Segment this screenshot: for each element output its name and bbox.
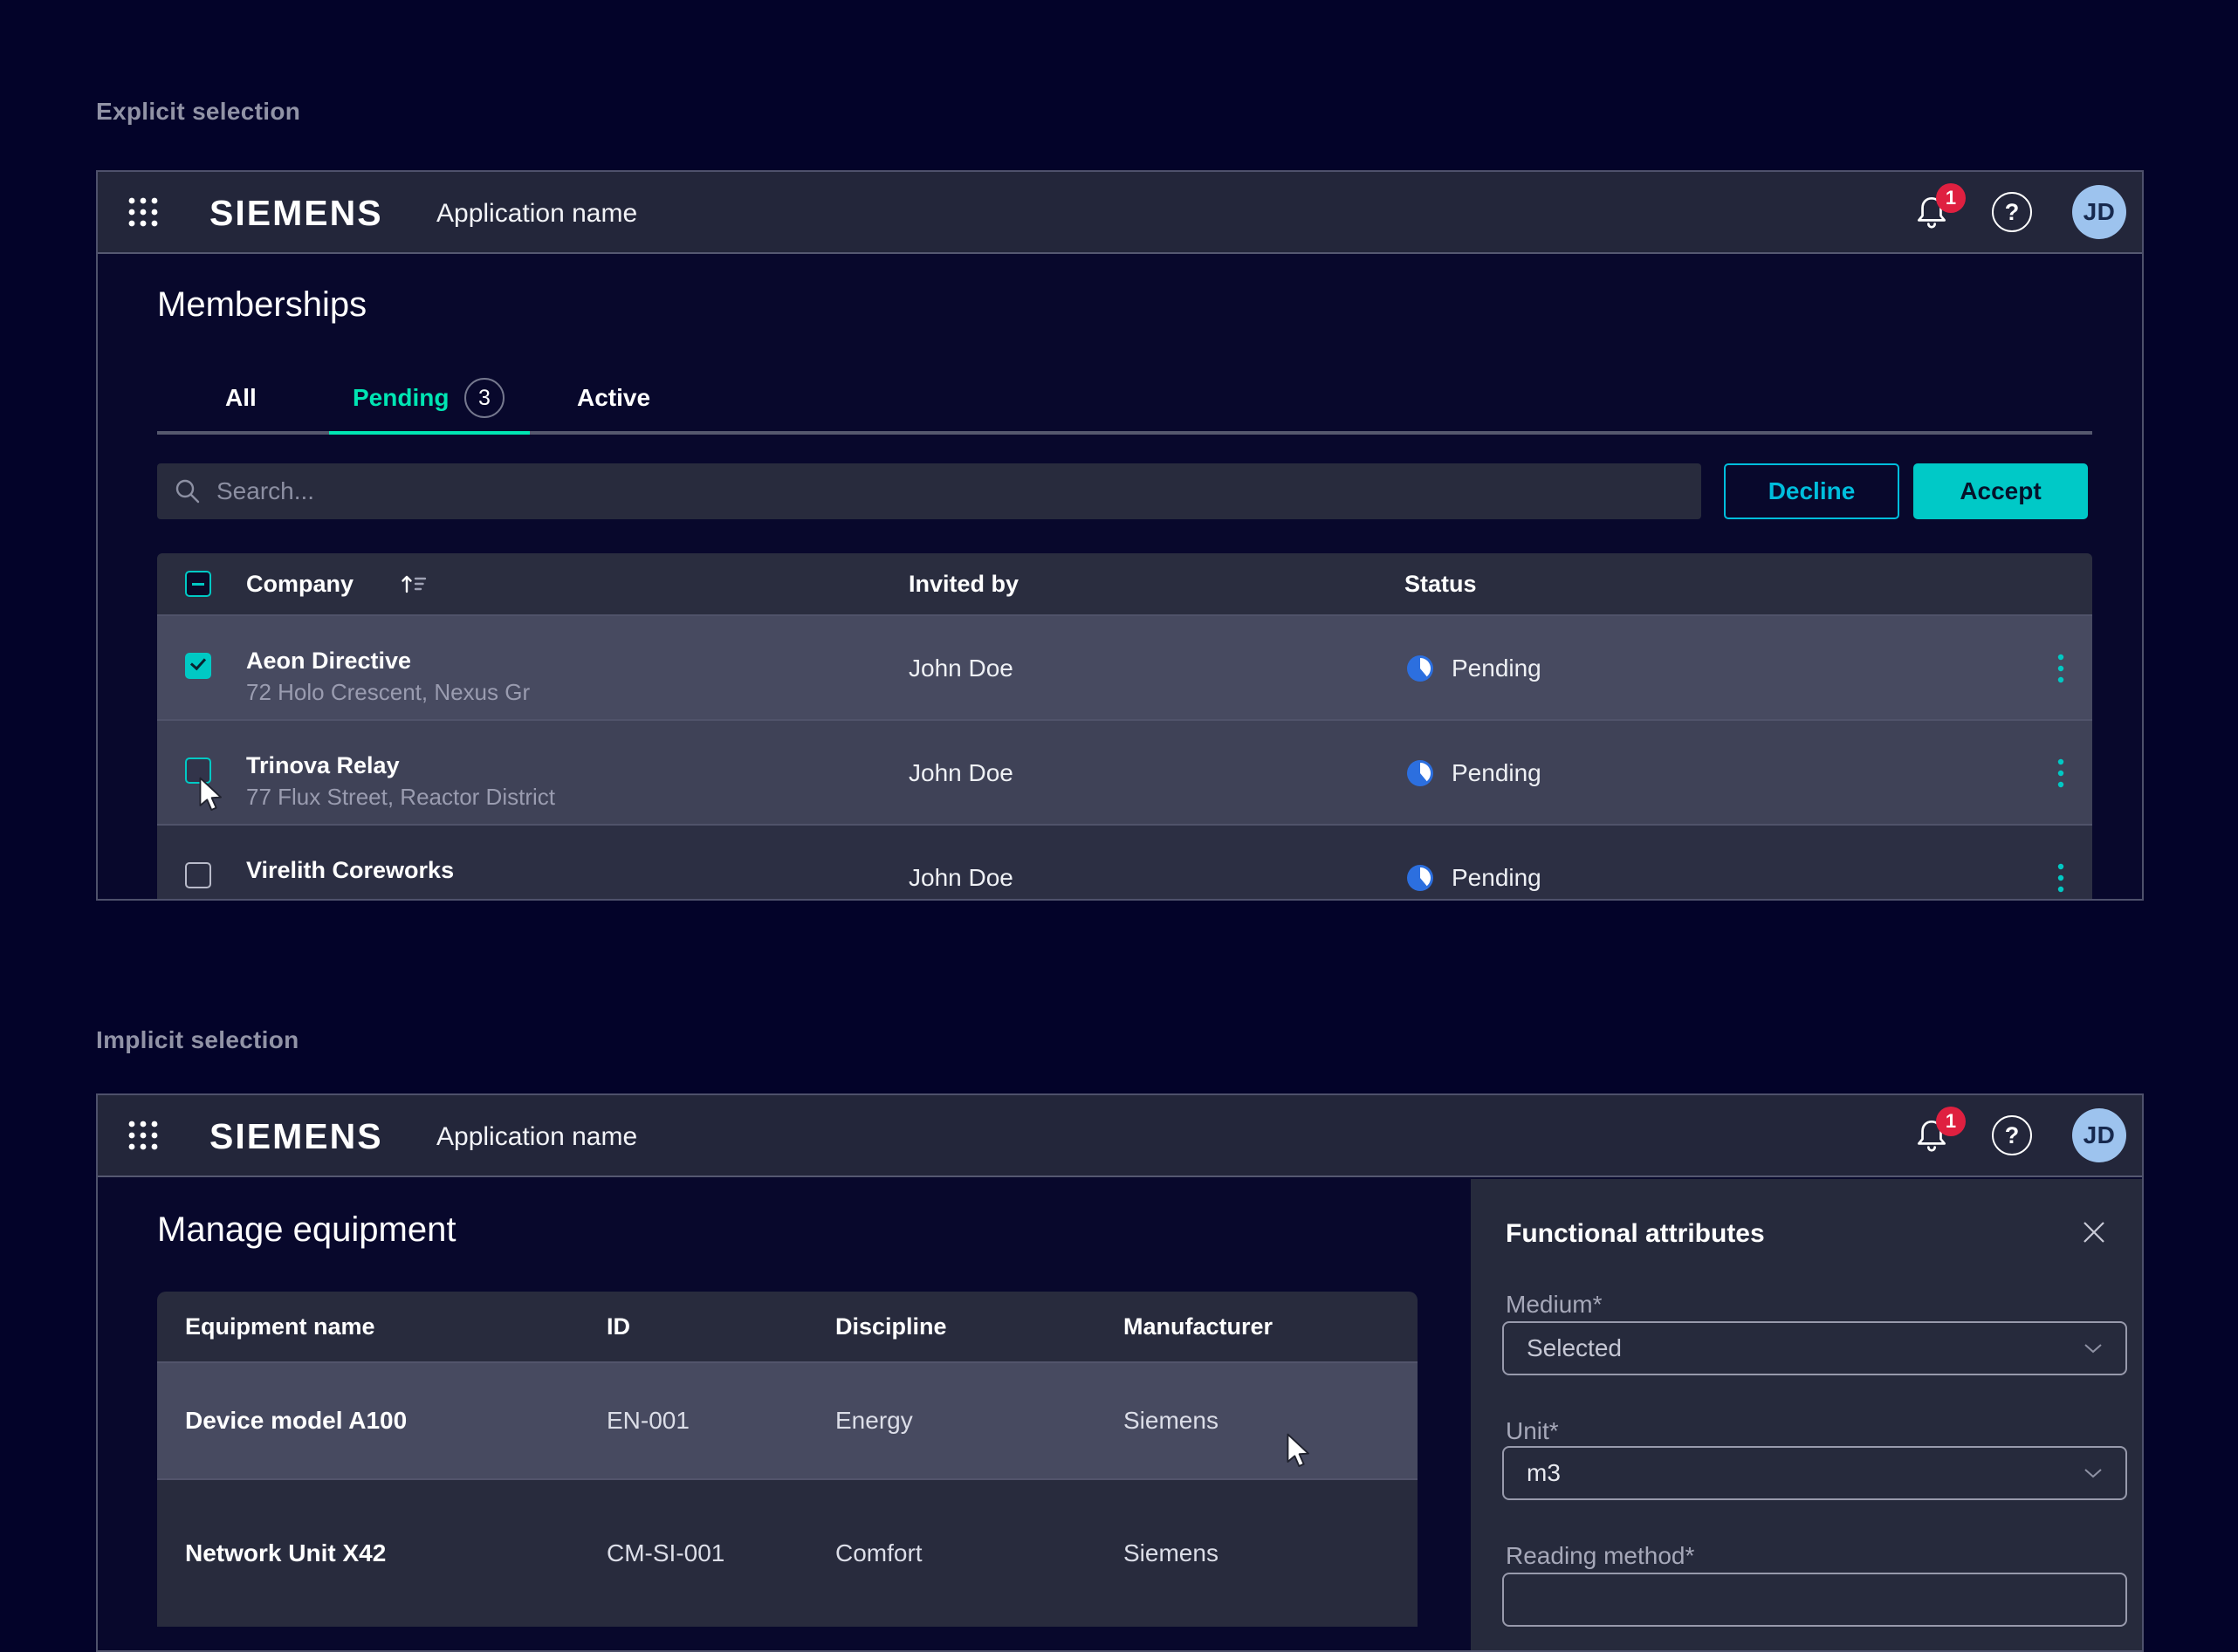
equipment-table: Equipment name ID Discipline Manufacture…: [157, 1292, 1418, 1627]
panel-title: Functional attributes: [1506, 1219, 1765, 1249]
search-box[interactable]: [157, 463, 1701, 519]
user-avatar[interactable]: JD: [2072, 1108, 2126, 1162]
medium-select-value: Selected: [1527, 1334, 1622, 1362]
memberships-table: Company Invited by Status Aeon Directive…: [157, 553, 2092, 901]
tab-pending-count-badge: 3: [464, 378, 505, 418]
app-switcher-icon[interactable]: [126, 195, 161, 230]
page-title-manage-equipment: Manage equipment: [157, 1210, 456, 1250]
user-avatar[interactable]: JD: [2072, 185, 2126, 239]
accept-button[interactable]: Accept: [1913, 463, 2088, 519]
siemens-logo: SIEMENS: [209, 1116, 383, 1157]
reading-method-field-label: Reading method*: [1506, 1542, 1694, 1570]
application-name: Application name: [436, 1122, 637, 1152]
status-value: Pending: [1452, 655, 1541, 682]
help-button[interactable]: ?: [1992, 1115, 2032, 1155]
status-value: Pending: [1452, 759, 1541, 787]
select-all-checkbox[interactable]: [185, 571, 211, 597]
column-header-invited-by: Invited by: [909, 571, 1019, 598]
membership-row-aeon-directive[interactable]: Aeon Directive 72 Holo Crescent, Nexus G…: [157, 614, 2092, 719]
row-menu-kebab-icon[interactable]: [2043, 756, 2078, 791]
equipment-row-network-unit-x42[interactable]: Network Unit X42 CM-SI-001 Comfort Sieme…: [157, 1478, 1418, 1627]
siemens-logo: SIEMENS: [209, 193, 383, 234]
company-name: Trinova Relay: [246, 752, 400, 779]
tab-pending[interactable]: Pending: [353, 384, 449, 412]
equipment-discipline: Comfort: [835, 1480, 923, 1627]
equipment-discipline: Energy: [835, 1363, 913, 1478]
column-header-equipment-name: Equipment name: [185, 1313, 375, 1340]
row-checkbox-unchecked[interactable]: [185, 862, 211, 888]
active-tab-indicator: [329, 431, 530, 435]
equipment-id: EN-001: [607, 1363, 690, 1478]
column-header-company[interactable]: Company: [246, 571, 354, 598]
status-pending-icon: [1404, 757, 1436, 789]
section-label-implicit: Implicit selection: [96, 1026, 299, 1054]
application-name: Application name: [436, 199, 637, 229]
functional-attributes-panel: Functional attributes Medium* Selected U…: [1471, 1179, 2142, 1652]
equipment-name: Network Unit X42: [185, 1480, 386, 1627]
chevron-down-icon: [2084, 1343, 2103, 1354]
medium-select[interactable]: Selected: [1502, 1321, 2127, 1375]
tab-active[interactable]: Active: [577, 384, 650, 412]
section-label-explicit: Explicit selection: [96, 98, 300, 126]
membership-row-trinova-relay[interactable]: Trinova Relay 77 Flux Street, Reactor Di…: [157, 719, 2092, 824]
notification-badge: 1: [1936, 1107, 1966, 1136]
row-menu-kebab-icon[interactable]: [2043, 860, 2078, 895]
memberships-window: SIEMENS Application name 1 ? JD Membersh…: [96, 170, 2144, 901]
notification-badge: 1: [1936, 183, 1966, 213]
page-title-memberships: Memberships: [157, 285, 367, 325]
invited-by-value: John Doe: [909, 655, 1013, 682]
equipment-manufacturer: Siemens: [1123, 1363, 1219, 1478]
reading-method-select[interactable]: [1502, 1573, 2127, 1627]
decline-button[interactable]: Decline: [1724, 463, 1899, 519]
row-menu-kebab-icon[interactable]: [2043, 651, 2078, 686]
equipment-table-header: Equipment name ID Discipline Manufacture…: [157, 1292, 1418, 1361]
column-header-manufacturer: Manufacturer: [1123, 1313, 1273, 1340]
manage-equipment-window: SIEMENS Application name 1 ? JD Manage e…: [96, 1093, 2144, 1652]
status-pending-icon: [1404, 653, 1436, 684]
help-button[interactable]: ?: [1992, 192, 2032, 232]
app-header: SIEMENS Application name 1 ? JD: [98, 1095, 2142, 1177]
notifications-button[interactable]: 1: [1912, 1115, 1952, 1155]
row-checkbox-checked[interactable]: [185, 653, 211, 679]
column-header-id: ID: [607, 1313, 630, 1340]
unit-select[interactable]: m3: [1502, 1446, 2127, 1500]
invited-by-value: John Doe: [909, 864, 1013, 892]
chevron-down-icon: [2084, 1468, 2103, 1478]
sort-ascending-icon[interactable]: [400, 571, 429, 597]
company-address: 77 Flux Street, Reactor District: [246, 784, 555, 811]
membership-row-virelith-coreworks[interactable]: Virelith Coreworks John Doe Pending: [157, 824, 2092, 901]
status-pending-icon: [1404, 862, 1436, 894]
row-checkbox-hover[interactable]: [185, 757, 211, 784]
unit-select-value: m3: [1527, 1459, 1561, 1487]
equipment-name: Device model A100: [185, 1363, 407, 1478]
medium-field-label: Medium*: [1506, 1291, 1602, 1319]
company-address: 72 Holo Crescent, Nexus Gr: [246, 679, 530, 706]
column-header-discipline: Discipline: [835, 1313, 947, 1340]
notifications-button[interactable]: 1: [1912, 192, 1952, 232]
search-input[interactable]: [215, 476, 1685, 506]
equipment-row-device-model-a100[interactable]: Device model A100 EN-001 Energy Siemens: [157, 1361, 1418, 1478]
app-header: SIEMENS Application name 1 ? JD: [98, 172, 2142, 254]
close-icon[interactable]: [2079, 1217, 2109, 1247]
equipment-manufacturer: Siemens: [1123, 1480, 1219, 1627]
invited-by-value: John Doe: [909, 759, 1013, 787]
memberships-table-header: Company Invited by Status: [157, 553, 2092, 614]
app-switcher-icon[interactable]: [126, 1118, 161, 1153]
equipment-id: CM-SI-001: [607, 1480, 724, 1627]
column-header-status: Status: [1404, 571, 1477, 598]
unit-field-label: Unit*: [1506, 1417, 1559, 1445]
search-icon: [173, 476, 203, 506]
company-name: Virelith Coreworks: [246, 857, 454, 884]
tab-all[interactable]: All: [225, 384, 257, 412]
company-name: Aeon Directive: [246, 648, 411, 675]
status-value: Pending: [1452, 864, 1541, 892]
